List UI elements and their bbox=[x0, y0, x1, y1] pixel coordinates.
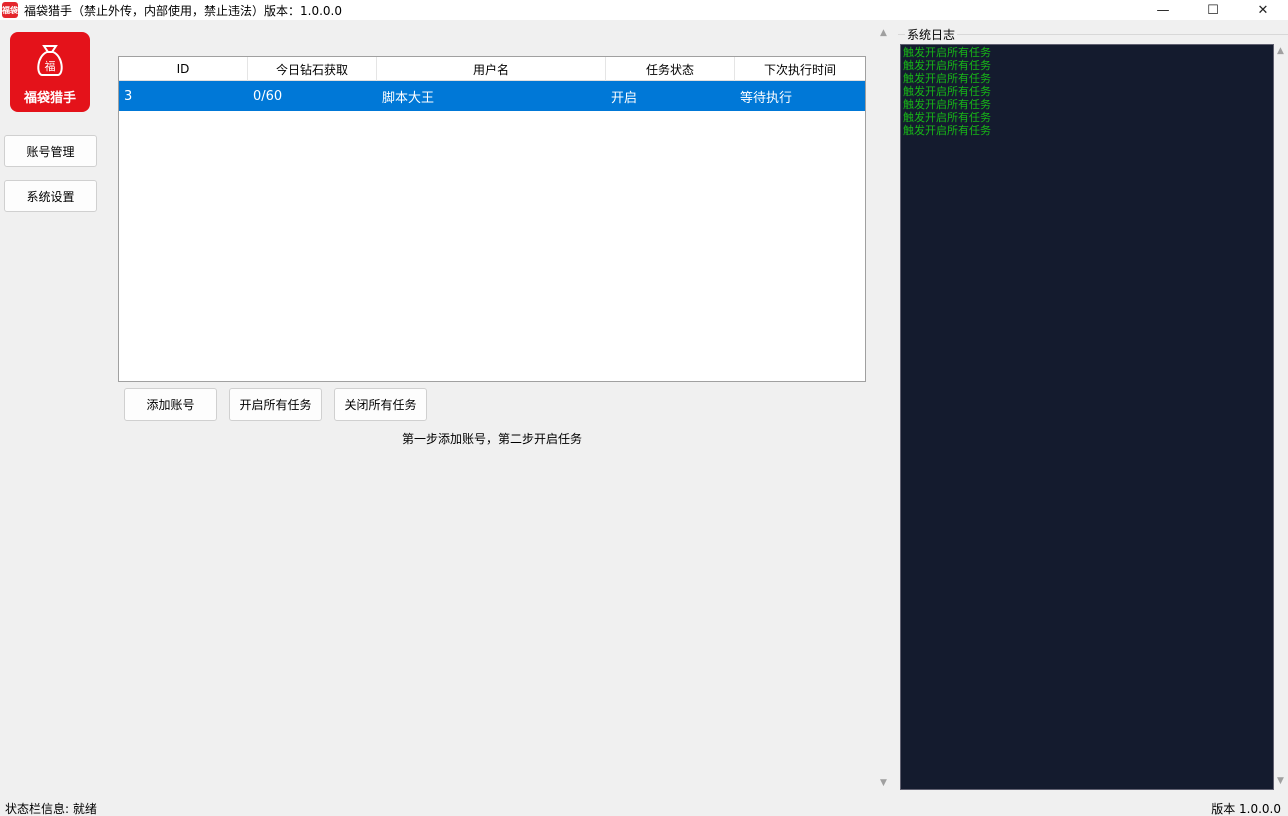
cell-id: 3 bbox=[124, 88, 133, 104]
log-line: 触发开启所有任务 bbox=[903, 124, 991, 137]
column-header-next-run[interactable]: 下次执行时间 bbox=[735, 57, 865, 81]
system-log[interactable]: 触发开启所有任务 触发开启所有任务 触发开启所有任务 触发开启所有任务 触发开启… bbox=[900, 44, 1274, 790]
window-title: 福袋猎手（禁止外传，内部使用，禁止违法）版本：1.0.0.0 bbox=[24, 3, 342, 18]
logo-glyph: 福 bbox=[45, 59, 56, 73]
minimize-button[interactable]: — bbox=[1138, 0, 1188, 20]
log-scrollbar[interactable]: ▲ ▼ bbox=[1274, 44, 1288, 790]
cell-next-run: 等待执行 bbox=[740, 90, 793, 106]
version-label: 版本 1.0.0.0 bbox=[1211, 802, 1281, 816]
table-row[interactable]: 3 0/60 脚本大王 开启 等待执行 bbox=[119, 81, 865, 111]
app-icon: 福袋 bbox=[2, 2, 18, 18]
log-line: 触发开启所有任务 bbox=[903, 59, 991, 72]
log-scroll-down-icon[interactable]: ▼ bbox=[1277, 776, 1284, 786]
log-line: 触发开启所有任务 bbox=[903, 46, 991, 59]
close-button[interactable]: ✕ bbox=[1238, 0, 1288, 20]
add-account-button[interactable]: 添加账号 bbox=[124, 388, 217, 421]
column-header-task-status[interactable]: 任务状态 bbox=[606, 57, 735, 81]
cell-diamonds: 0/60 bbox=[253, 88, 283, 104]
lucky-bag-icon: 福 bbox=[37, 45, 63, 76]
log-title: 系统日志 bbox=[905, 26, 958, 43]
log-line: 触发开启所有任务 bbox=[903, 85, 991, 98]
scroll-down-icon[interactable]: ▼ bbox=[880, 778, 887, 788]
sidebar-item-account-management[interactable]: 账号管理 bbox=[4, 135, 97, 167]
sidebar-item-system-settings[interactable]: 系统设置 bbox=[4, 180, 97, 212]
log-line: 触发开启所有任务 bbox=[903, 98, 991, 111]
maximize-button[interactable]: ☐ bbox=[1188, 0, 1238, 20]
log-line: 触发开启所有任务 bbox=[903, 111, 991, 124]
log-line: 触发开启所有任务 bbox=[903, 72, 991, 85]
app-logo: 福 福袋猎手 bbox=[10, 32, 90, 112]
table-header: ID 今日钻石获取 用户名 任务状态 下次执行时间 bbox=[119, 57, 865, 81]
cell-task-status: 开启 bbox=[611, 90, 638, 106]
logo-text: 福袋猎手 bbox=[23, 91, 76, 106]
stop-all-tasks-button[interactable]: 关闭所有任务 bbox=[334, 388, 427, 421]
window-controls: — ☐ ✕ bbox=[1138, 0, 1288, 20]
log-scroll-up-icon[interactable]: ▲ bbox=[1277, 46, 1284, 56]
title-bar: 福袋 福袋猎手（禁止外传，内部使用，禁止违法）版本：1.0.0.0 — ☐ ✕ bbox=[0, 0, 1288, 20]
column-header-id[interactable]: ID bbox=[119, 57, 248, 81]
column-header-diamonds[interactable]: 今日钻石获取 bbox=[248, 57, 377, 81]
status-message: 状态栏信息: 就绪 bbox=[5, 802, 97, 816]
instruction-hint: 第一步添加账号，第二步开启任务 bbox=[401, 432, 582, 446]
start-all-tasks-button[interactable]: 开启所有任务 bbox=[229, 388, 322, 421]
accounts-table[interactable]: ID 今日钻石获取 用户名 任务状态 下次执行时间 3 0/60 脚本大王 开启… bbox=[118, 56, 866, 382]
scroll-up-icon[interactable]: ▲ bbox=[880, 28, 887, 38]
app-icon-text: 福袋 bbox=[2, 5, 18, 15]
panel-scrollbar[interactable]: ▲ ▼ bbox=[876, 24, 894, 792]
column-header-username[interactable]: 用户名 bbox=[377, 57, 606, 81]
cell-username: 脚本大王 bbox=[382, 90, 435, 106]
